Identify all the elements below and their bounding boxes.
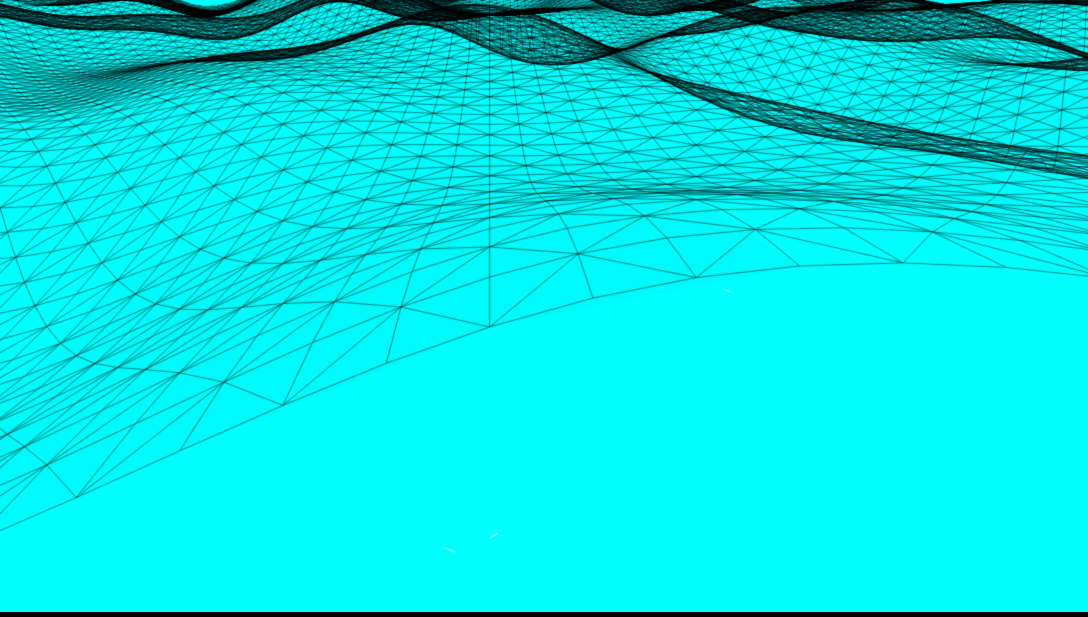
terrain-wireframe-render[interactable]: [0, 0, 1088, 612]
3d-viewport[interactable]: [0, 0, 1088, 617]
bottom-border: [0, 612, 1088, 617]
